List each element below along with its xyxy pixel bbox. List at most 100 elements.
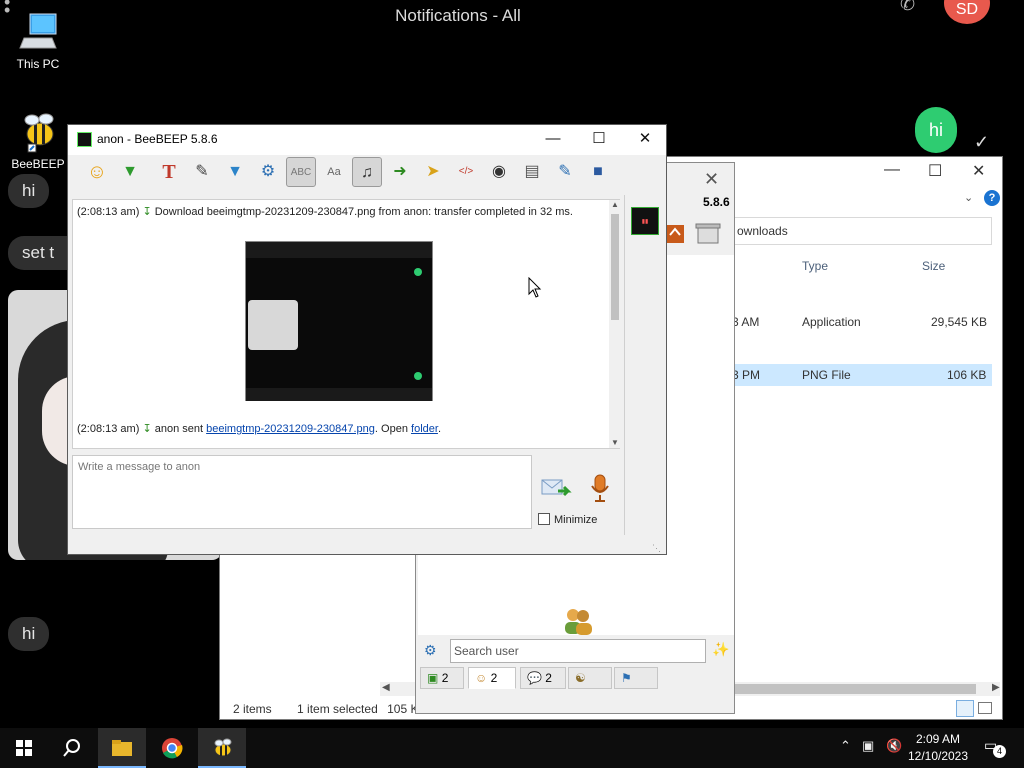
dictionary-icon[interactable]: Aa	[319, 157, 349, 187]
font-icon[interactable]: T	[154, 157, 184, 187]
send-button[interactable]	[540, 475, 572, 505]
chat-history[interactable]: (2:08:13 am) ↧ Download beeimgtmp-202312…	[72, 199, 621, 449]
search-user-input[interactable]: Search user	[450, 639, 706, 663]
taskbar-clock[interactable]: 2:09 AM 12/10/2023	[906, 731, 970, 765]
toolbar-icons[interactable]	[666, 221, 726, 247]
view-toggle[interactable]	[956, 700, 996, 718]
image-thumbnail[interactable]	[245, 241, 433, 401]
network-icon[interactable]: ▣	[862, 738, 874, 754]
color-icon[interactable]: ✎	[187, 157, 217, 187]
scroll-up-icon[interactable]: ▲	[611, 200, 619, 209]
desktop-icon-label: BeeBEEP	[11, 157, 65, 171]
window-icon[interactable]: ▤	[517, 157, 547, 187]
notification-center-button[interactable]: ▭ 4	[984, 737, 1006, 758]
resize-grip[interactable]: ⋱	[652, 543, 661, 554]
minimize-window-button[interactable]: —	[884, 161, 900, 179]
search-row: ⚙ Search user ✨	[420, 639, 732, 665]
tab-groups[interactable]: ☯	[568, 667, 612, 689]
start-button[interactable]	[0, 728, 48, 768]
file-row-selected[interactable]: 3 PM PNG File 106 KB	[732, 364, 992, 386]
message-text: anon sent	[154, 423, 204, 435]
background-app-title: Notifications - All	[395, 6, 521, 25]
scrollbar-thumb[interactable]	[714, 684, 976, 694]
network-icon: ⚑	[621, 671, 632, 685]
status-bar: 2 items 1 item selected 105 KB	[233, 702, 426, 716]
desktop-icon-beebeep[interactable]: BeeBEEP	[0, 110, 76, 171]
clock-date: 12/10/2023	[907, 749, 969, 763]
html-icon[interactable]: </>	[451, 157, 481, 187]
minimize-window-button[interactable]: —	[538, 127, 568, 151]
settings-icon[interactable]: ⚙	[253, 157, 283, 187]
clear-search-icon[interactable]: ✨	[712, 641, 729, 658]
close-window-button[interactable]: ✕	[972, 161, 985, 181]
music-note-icon[interactable]: ♫	[352, 157, 382, 187]
search-icon	[63, 739, 80, 757]
download-icon: ↧	[142, 206, 152, 218]
search-button[interactable]	[48, 728, 96, 768]
taskbar-file-explorer[interactable]	[98, 728, 146, 768]
sent-message-bubble: hi	[915, 107, 958, 153]
checkbox[interactable]	[538, 513, 550, 525]
scrollbar-thumb[interactable]	[611, 214, 619, 320]
conversations-icon: 💬	[527, 671, 542, 685]
volume-muted-icon[interactable]: 🔇	[886, 738, 902, 754]
chat-toolbar: ☺ ▼ T ✎ ▼ ⚙ ABC Aa ♫ ➜ ➤ </> ◉ ▤ ✎ ■	[78, 157, 618, 189]
minimize-checkbox[interactable]: Minimize	[538, 513, 597, 526]
users-icon: ☺	[475, 671, 488, 685]
tiles-view-icon[interactable]	[978, 702, 992, 714]
folder-link[interactable]: folder	[411, 423, 438, 435]
message-time: (2:08:13 am)	[77, 423, 140, 435]
details-view-icon[interactable]	[956, 700, 974, 717]
tab-users[interactable]: ☺ 2	[468, 667, 516, 689]
help-icon[interactable]: ?	[984, 190, 1000, 206]
emoticon-icon[interactable]: ☺	[82, 157, 112, 187]
scroll-left-icon[interactable]: ◀	[382, 682, 390, 693]
folder-send-icon[interactable]: ➤	[418, 157, 448, 187]
scroll-down-icon[interactable]: ▼	[611, 438, 619, 447]
column-header-size[interactable]: Size	[922, 259, 945, 273]
chevron-down-icon[interactable]: ⌄	[964, 191, 973, 204]
chat-message: (2:08:13 am) ↧ Download beeimgtmp-202312…	[77, 205, 573, 218]
notification-badge: 4	[993, 745, 1006, 758]
chat-window[interactable]: anon - BeeBEEP 5.8.6 — ☐ ✕ ☺ ▼ T ✎ ▼ ⚙ A…	[67, 124, 667, 555]
scroll-right-icon[interactable]: ▶	[992, 682, 1000, 693]
microphone-icon	[591, 474, 609, 502]
vertical-scrollbar[interactable]: ▲ ▼	[609, 200, 621, 448]
file-row[interactable]: 3 AM Application 29,545 KB	[732, 311, 992, 333]
close-window-button[interactable]: ✕	[630, 127, 660, 151]
desktop-icon-label: This PC	[16, 57, 60, 71]
floppy-icon[interactable]: ■	[583, 157, 613, 187]
mouse-cursor-icon	[528, 277, 542, 298]
screenshot-icon[interactable]: ◉	[484, 157, 514, 187]
file-link[interactable]: beeimgtmp-20231209-230847.png	[206, 423, 375, 435]
user-tabs: ▣ 2 ☺ 2 💬 2 ☯ ⚑	[418, 667, 734, 691]
save-icon[interactable]: ▼	[115, 157, 145, 187]
tab-conversations[interactable]: 💬 2	[520, 667, 566, 689]
tab-network[interactable]: ⚑	[614, 667, 658, 689]
spellcheck-icon[interactable]: ABC	[286, 157, 316, 187]
send-icon	[541, 479, 572, 497]
user-avatar[interactable]: ▮▮	[631, 207, 659, 235]
tab-chats[interactable]: ▣ 2	[420, 667, 464, 689]
notes-icon[interactable]: ✎	[550, 157, 580, 187]
status-selected: 1 item selected	[297, 702, 378, 716]
chat-titlebar[interactable]: anon - BeeBEEP 5.8.6 — ☐ ✕	[68, 125, 666, 155]
maximize-window-button[interactable]: ☐	[584, 127, 614, 151]
message-input[interactable]: Write a message to anon	[72, 455, 532, 529]
avatar[interactable]: SD	[944, 0, 990, 24]
show-hidden-icons[interactable]: ⌃	[840, 738, 851, 754]
gear-icon[interactable]: ⚙	[424, 642, 437, 659]
export-icon[interactable]: ➜	[385, 157, 415, 187]
filter-icon[interactable]: ▼	[220, 157, 250, 187]
taskbar-chrome[interactable]	[148, 728, 196, 768]
close-window-button[interactable]: ✕	[704, 169, 719, 190]
computer-icon	[19, 13, 57, 49]
voice-message-button[interactable]	[586, 473, 614, 505]
chrome-icon	[162, 738, 183, 759]
phone-icon[interactable]: ✆	[900, 0, 926, 16]
address-bar[interactable]: ownloads	[730, 217, 992, 245]
maximize-window-button[interactable]: ☐	[928, 161, 942, 181]
taskbar-beebeep[interactable]	[198, 728, 246, 768]
column-header-type[interactable]: Type	[802, 259, 828, 273]
desktop-icon-this-pc[interactable]: This PC	[0, 10, 76, 71]
